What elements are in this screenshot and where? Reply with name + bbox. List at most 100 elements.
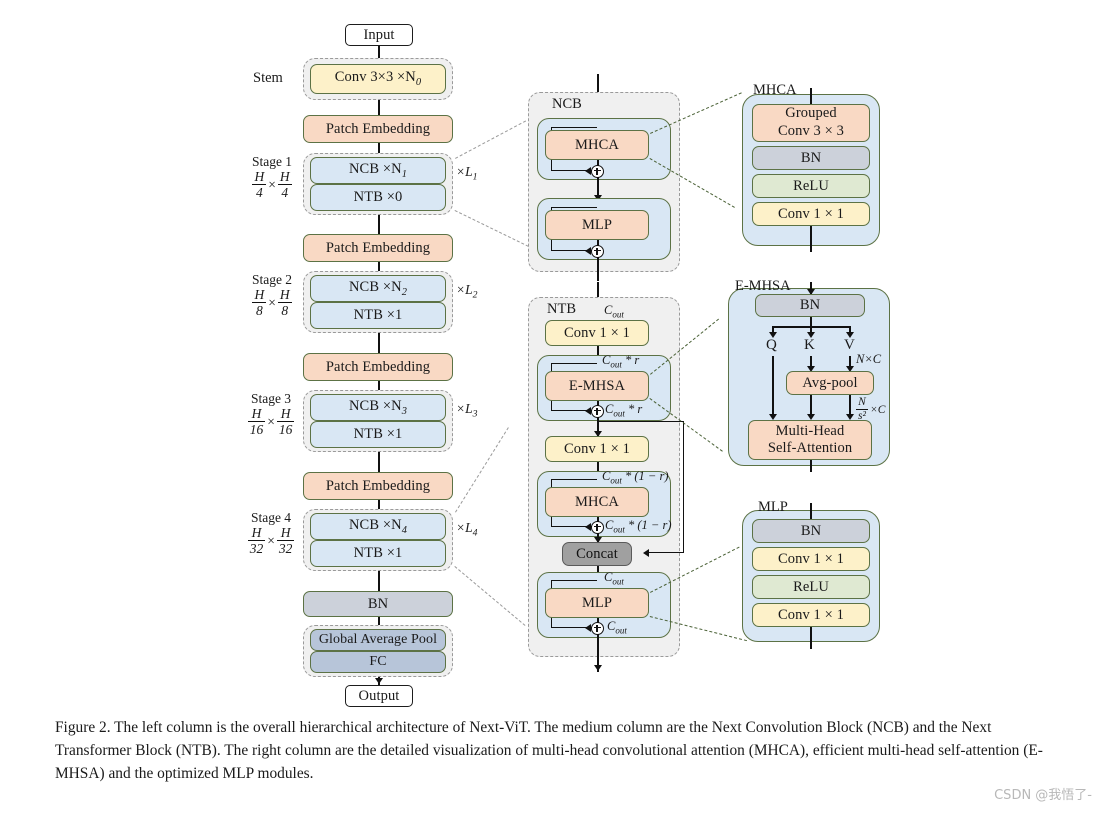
ntb-cout-r-add-label: Cout * r bbox=[605, 402, 643, 419]
mhca-grouped-conv-line2: Conv 3 × 3 bbox=[778, 123, 844, 139]
leader-stage1-to-ncb-bottom bbox=[454, 210, 529, 247]
ntb-concat-block: Concat bbox=[562, 542, 632, 566]
ntb-skip-to-concat-vert bbox=[683, 421, 685, 553]
mhca-detail-in-line bbox=[810, 88, 812, 104]
ntb-mhca-block: MHCA bbox=[545, 487, 649, 517]
emhsa-q-line bbox=[772, 356, 774, 418]
ncb-mhca-label: MHCA bbox=[575, 136, 619, 153]
ntb-cout-mlp-add-label: Cout bbox=[607, 619, 627, 636]
ntb-emhsa-block: E-MHSA bbox=[545, 371, 649, 401]
mhca-detail-out-line bbox=[810, 226, 812, 252]
stage-2-repeat: ×L2 bbox=[456, 282, 478, 301]
ncb-title: NCB bbox=[552, 96, 582, 112]
stage-2-label: Stage 2 H8 × H8 bbox=[243, 272, 301, 319]
patch-embedding-4: Patch Embedding bbox=[303, 472, 453, 500]
stage-1-ntb-label: NTB ×0 bbox=[353, 189, 403, 206]
emhsa-dim-nc-label: N×C bbox=[856, 352, 882, 366]
ntb-skip-concat-arrow bbox=[643, 548, 649, 557]
mlp-conv1-block: Conv 1 × 1 bbox=[752, 547, 870, 571]
ntb-mlp-add-icon bbox=[591, 621, 604, 635]
emhsa-attention-block: Multi-Head Self-Attention bbox=[748, 420, 872, 460]
stage-4-label: Stage 4 H 32 × H 32 bbox=[240, 510, 302, 557]
figure-caption: Figure 2. The left column is the overall… bbox=[55, 719, 1043, 783]
stage-3-ncb-label: NCB ×N bbox=[348, 397, 402, 414]
mlp-bn-label: BN bbox=[800, 522, 822, 539]
ncb-res1-top bbox=[551, 127, 597, 129]
ntb-emhsa-res-arrow bbox=[585, 406, 591, 415]
emhsa-avgpool-label: Avg-pool bbox=[802, 374, 858, 391]
stage-4-ntb-label: NTB ×1 bbox=[353, 545, 403, 562]
leader-stage1-to-ncb-top bbox=[455, 120, 527, 159]
patch-embedding-3-label: Patch Embedding bbox=[325, 358, 431, 375]
global-average-pool-label: Global Average Pool bbox=[318, 631, 438, 647]
mlp-detail-out-line bbox=[810, 627, 812, 649]
emhsa-attention-line1: Multi-Head bbox=[775, 422, 845, 439]
stem-conv-block: Conv 3×3 ×N0 bbox=[310, 64, 446, 94]
stage-4-name: Stage 4 bbox=[250, 510, 292, 525]
edge-stage4-to-bn bbox=[378, 571, 380, 591]
mhca-conv1x1-label: Conv 1 × 1 bbox=[778, 205, 844, 222]
ntb-cout-r-top-label: Cout * r bbox=[602, 353, 640, 370]
patch-embedding-1-label: Patch Embedding bbox=[325, 120, 431, 137]
stage-2-ntb-label: NTB ×1 bbox=[353, 307, 403, 324]
stage-3-ntb-label: NTB ×1 bbox=[353, 426, 403, 443]
stage-4-resolution: H 32 × H 32 bbox=[247, 525, 295, 557]
ncb-mhca-add-icon bbox=[591, 164, 604, 178]
mlp-detail-title: MLP bbox=[758, 499, 788, 515]
emhsa-detail-title: E-MHSA bbox=[735, 278, 791, 294]
patch-embedding-1: Patch Embedding bbox=[303, 115, 453, 143]
emhsa-k-label: K bbox=[804, 337, 815, 353]
emhsa-avgpool-block: Avg-pool bbox=[786, 371, 874, 395]
mlp-relu-block: ReLU bbox=[752, 575, 870, 599]
mhca-grouped-conv-line1: Grouped bbox=[785, 105, 837, 122]
ntb-mlp-res-top bbox=[551, 580, 597, 582]
ncb-mlp-label: MLP bbox=[581, 216, 613, 233]
stage-4-ntb: NTB ×1 bbox=[310, 540, 446, 567]
ntb-emhsa-add-icon bbox=[591, 404, 604, 418]
stage-3-resolution: H 16 × H 16 bbox=[247, 406, 295, 438]
fc-block: FC bbox=[310, 651, 446, 673]
edge-stage1-to-pe2 bbox=[378, 215, 380, 234]
mlp-detail-in-line bbox=[810, 503, 812, 519]
ntb-emhsa-res-top bbox=[551, 363, 597, 365]
ncb-res2-arrow bbox=[585, 246, 591, 255]
ncb-res2-top bbox=[551, 207, 597, 209]
stem-label: Stem bbox=[253, 70, 283, 86]
ncb-output-line bbox=[597, 257, 599, 281]
stage-3-name: Stage 3 bbox=[250, 391, 292, 406]
ntb-title: NTB bbox=[547, 301, 576, 317]
stage-3-ncb: NCB ×N3 bbox=[310, 394, 446, 421]
ntb-emhsa-label: E-MHSA bbox=[568, 377, 626, 394]
ntb-skip-to-concat-top bbox=[597, 421, 684, 423]
mlp-relu-label: ReLU bbox=[793, 578, 829, 595]
emhsa-v-label: V bbox=[844, 337, 855, 353]
stage-3-repeat: ×L3 bbox=[456, 401, 478, 420]
patch-embedding-2-label: Patch Embedding bbox=[325, 239, 431, 256]
patch-embedding-4-label: Patch Embedding bbox=[325, 477, 431, 494]
leader-stage4-to-ntb-top bbox=[455, 427, 509, 513]
patch-embedding-2: Patch Embedding bbox=[303, 234, 453, 262]
ntb-conv1-label: Conv 1 × 1 bbox=[564, 324, 630, 341]
mhca-bn-block: BN bbox=[752, 146, 870, 170]
stage-1-resolution: H4 × H4 bbox=[252, 169, 292, 201]
leader-stage4-to-ntb-bottom bbox=[454, 566, 526, 626]
stage-2-ncb-label: NCB ×N bbox=[348, 278, 402, 295]
stage-2-name: Stage 2 bbox=[251, 272, 293, 287]
ntb-mlp-label: MLP bbox=[581, 594, 613, 611]
stage-3-label: Stage 3 H 16 × H 16 bbox=[240, 391, 302, 438]
stage-1-ntb: NTB ×0 bbox=[310, 184, 446, 211]
stage-1-ncb-label: NCB ×N bbox=[348, 160, 402, 177]
final-bn-block: BN bbox=[303, 591, 453, 617]
ntb-conv2-label: Conv 1 × 1 bbox=[564, 440, 630, 457]
mhca-relu-block: ReLU bbox=[752, 174, 870, 198]
mhca-relu-label: ReLU bbox=[793, 177, 829, 194]
final-bn-label: BN bbox=[367, 595, 389, 612]
stage-1-ncb: NCB ×N1 bbox=[310, 157, 446, 184]
mlp-conv2-block: Conv 1 × 1 bbox=[752, 603, 870, 627]
stage-4-ncb-label: NCB ×N bbox=[348, 516, 402, 533]
mhca-conv1x1-block: Conv 1 × 1 bbox=[752, 202, 870, 226]
edge-stem-to-pe1 bbox=[378, 100, 380, 115]
mlp-bn-block: BN bbox=[752, 519, 870, 543]
mhca-detail-title: MHCA bbox=[753, 82, 797, 98]
ncb-mlp-block: MLP bbox=[545, 210, 649, 240]
